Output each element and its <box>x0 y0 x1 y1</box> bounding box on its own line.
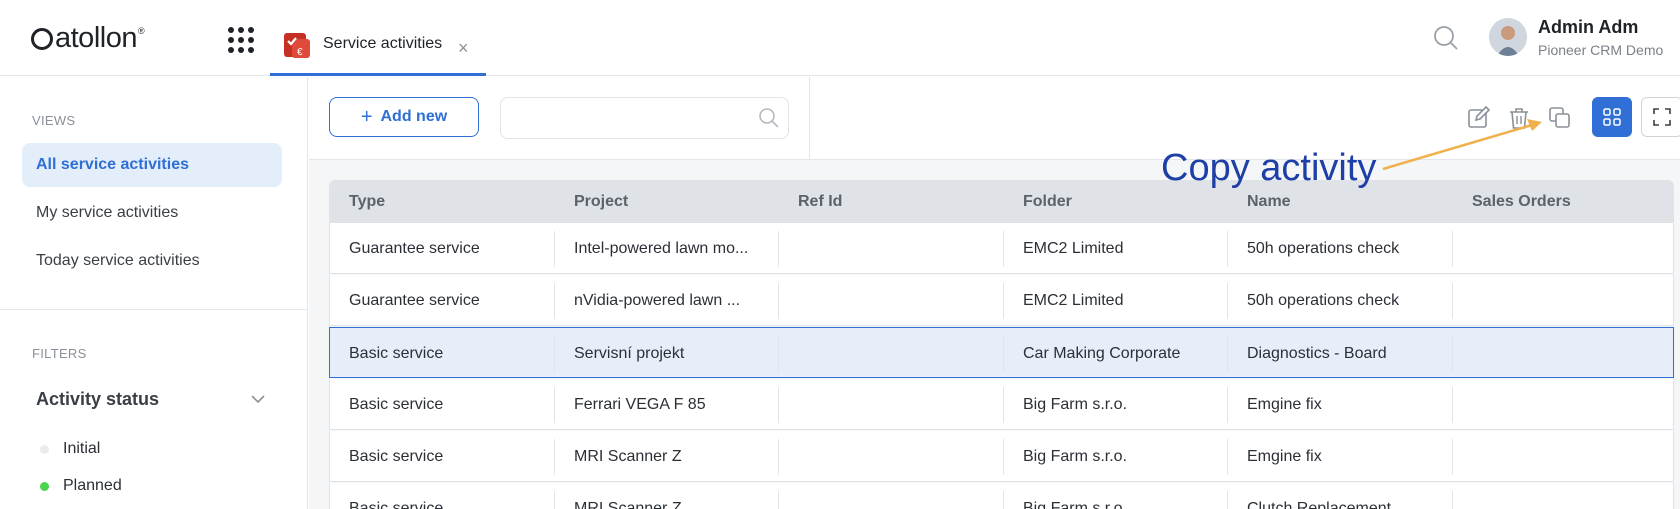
cell-ref-id <box>798 223 998 274</box>
cell-name: Clutch Replacement <box>1247 500 1392 509</box>
logo-registered: ® <box>137 25 145 36</box>
svg-text:€: € <box>297 47 303 58</box>
cell-type: Basic service <box>349 396 444 413</box>
cell-ref-id <box>798 328 998 379</box>
filter-option-label: Planned <box>63 477 122 494</box>
add-new-button[interactable]: + Add new <box>329 97 479 137</box>
column-header-ref-id[interactable]: Ref Id <box>798 180 842 223</box>
cell-type: Guarantee service <box>349 240 480 257</box>
cell-project: MRI Scanner Z <box>574 448 682 465</box>
cell-ref-id <box>798 275 998 326</box>
user-name[interactable]: Admin Adm <box>1538 17 1638 38</box>
tab-service-activities[interactable]: € Service activities × <box>270 0 486 76</box>
user-organization: Pioneer CRM Demo <box>1538 42 1664 58</box>
annotation-copy-activity: Copy activity <box>1161 147 1377 189</box>
cell-type: Guarantee service <box>349 292 480 309</box>
cell-type: Basic service <box>349 448 444 465</box>
column-header-sales-orders[interactable]: Sales Orders <box>1472 180 1571 223</box>
cell-ref-id <box>798 483 998 509</box>
sidebar-item-label: My service activities <box>36 204 179 221</box>
fullscreen-icon <box>1653 108 1671 126</box>
cell-name: 50h operations check <box>1247 292 1400 309</box>
search-input[interactable] <box>511 106 751 130</box>
cell-sales-orders <box>1472 379 1662 430</box>
edit-icon[interactable] <box>1467 106 1491 130</box>
cell-sales-orders <box>1472 223 1662 274</box>
copy-icon[interactable] <box>1548 106 1572 130</box>
cell-ref-id <box>798 431 998 482</box>
sidebar-item-my-service-activities[interactable]: My service activities <box>22 191 282 235</box>
cell-type: Basic service <box>349 500 444 509</box>
filter-activity-status-title[interactable]: Activity status <box>36 389 159 410</box>
cell-project: Servisní projekt <box>574 345 685 362</box>
cell-project: Intel-powered lawn mo... <box>574 240 749 257</box>
fullscreen-button[interactable] <box>1641 97 1680 137</box>
cell-project: MRI Scanner Z <box>574 500 682 509</box>
views-section-title: VIEWS <box>32 113 76 128</box>
service-activities-app-icon: € <box>284 33 310 58</box>
toolbar-divider <box>809 77 810 160</box>
cell-folder: Big Farm s.r.o. <box>1023 448 1128 465</box>
table-row-selected[interactable]: Basic service Servisní projekt Car Makin… <box>329 327 1674 378</box>
cell-sales-orders <box>1472 483 1662 509</box>
global-search-icon[interactable] <box>1432 24 1460 52</box>
apps-grid-icon[interactable] <box>228 27 254 53</box>
app-logo[interactable]: atollon ® <box>31 22 145 55</box>
cell-name: Emgine fix <box>1247 396 1322 413</box>
cell-project: nVidia-powered lawn ... <box>574 292 741 309</box>
grid-view-button[interactable] <box>1592 97 1632 137</box>
cell-folder: Big Farm s.r.o. <box>1023 396 1128 413</box>
sidebar-item-label: Today service activities <box>36 252 200 269</box>
cell-name: Diagnostics - Board <box>1247 345 1387 362</box>
table-row[interactable]: Guarantee service nVidia-powered lawn ..… <box>329 275 1674 326</box>
plus-icon: + <box>360 105 373 128</box>
cell-project: Ferrari VEGA F 85 <box>574 396 706 413</box>
search-icon[interactable] <box>758 107 780 129</box>
filter-option-planned[interactable]: Planned <box>40 477 122 495</box>
cell-sales-orders <box>1472 328 1662 379</box>
table-row[interactable]: Guarantee service Intel-powered lawn mo.… <box>329 223 1674 274</box>
tab-label: Service activities <box>323 35 443 52</box>
sidebar-divider <box>0 309 308 310</box>
cell-name: Emgine fix <box>1247 448 1322 465</box>
user-avatar[interactable] <box>1489 18 1527 56</box>
column-header-folder[interactable]: Folder <box>1023 180 1072 223</box>
logo-text: atollon <box>55 22 137 54</box>
table-row[interactable]: Basic service MRI Scanner Z Big Farm s.r… <box>329 483 1674 509</box>
status-dot-icon <box>40 481 49 491</box>
cell-folder: EMC2 Limited <box>1023 292 1124 309</box>
filter-option-label: Initial <box>63 440 101 457</box>
table-header: Type Project Ref Id Folder Name Sales Or… <box>329 180 1674 223</box>
cell-ref-id <box>798 379 998 430</box>
status-dot-icon <box>40 444 49 454</box>
filters-section-title: FILTERS <box>32 346 87 361</box>
table-row[interactable]: Basic service Ferrari VEGA F 85 Big Farm… <box>329 379 1674 430</box>
cell-sales-orders <box>1472 431 1662 482</box>
cell-type: Basic service <box>349 345 444 362</box>
column-header-project[interactable]: Project <box>574 180 628 223</box>
trash-icon[interactable] <box>1507 106 1531 130</box>
sidebar: VIEWS All service activities My service … <box>0 77 308 509</box>
column-header-type[interactable]: Type <box>349 180 385 223</box>
tab-close-icon[interactable]: × <box>458 38 469 59</box>
service-activities-table: Type Project Ref Id Folder Name Sales Or… <box>329 180 1674 509</box>
filter-option-initial[interactable]: Initial <box>40 440 100 458</box>
cell-sales-orders <box>1472 275 1662 326</box>
top-bar: atollon ® € Service activities × Admin Ad… <box>0 0 1680 76</box>
logo-mark-icon <box>31 27 53 50</box>
add-new-label: Add new <box>380 108 448 125</box>
main-content: + Add new Type Project Ref Id Folder Nam… <box>309 77 1680 509</box>
sidebar-item-today-service-activities[interactable]: Today service activities <box>22 239 282 283</box>
cell-folder: Big Farm s.r.o. <box>1023 500 1128 509</box>
cell-folder: Car Making Corporate <box>1023 345 1181 362</box>
cell-name: 50h operations check <box>1247 240 1400 257</box>
table-row[interactable]: Basic service MRI Scanner Z Big Farm s.r… <box>329 431 1674 482</box>
search-field[interactable] <box>500 97 789 139</box>
cell-folder: EMC2 Limited <box>1023 240 1124 257</box>
grid-view-icon <box>1603 108 1621 126</box>
sidebar-item-all-service-activities[interactable]: All service activities <box>22 143 282 187</box>
chevron-down-icon[interactable] <box>250 391 266 407</box>
toolbar: + Add new <box>309 77 1680 160</box>
sidebar-item-label: All service activities <box>36 156 189 173</box>
